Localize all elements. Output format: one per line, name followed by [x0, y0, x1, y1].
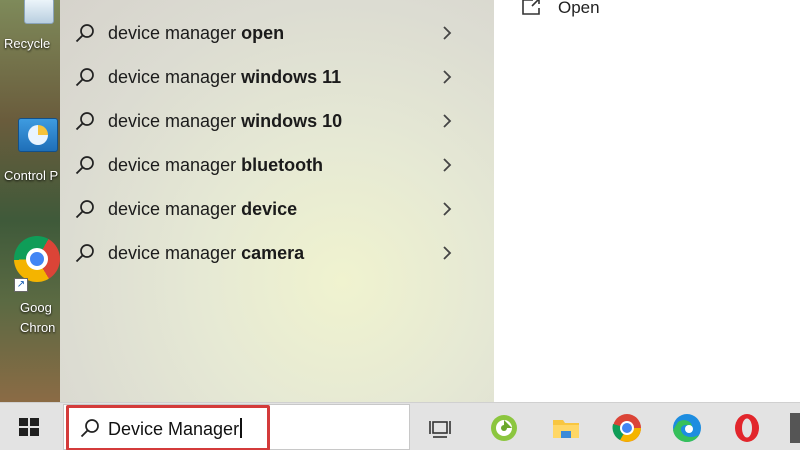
suggestion-prefix: device manager: [108, 23, 242, 43]
search-suggestion-row[interactable]: device manager device: [60, 187, 494, 231]
file-explorer-icon[interactable]: [549, 411, 583, 445]
task-view-icon[interactable]: [424, 411, 458, 445]
shortcut-arrow-icon: ↗: [14, 278, 28, 292]
chevron-right-icon[interactable]: [440, 156, 454, 174]
suggestion-bold-term: windows 11: [241, 67, 342, 87]
chevron-right-icon[interactable]: [440, 200, 454, 218]
suggestion-text: device manager windows 10: [108, 111, 342, 132]
search-icon: [80, 419, 99, 438]
taskbar: Device Manager: [0, 402, 800, 450]
text-caret: [240, 418, 243, 438]
search-suggestion-row[interactable]: device manager windows 10: [60, 99, 494, 143]
search-icon: [75, 112, 94, 131]
suggestion-text: device manager open: [108, 23, 284, 44]
search-suggestion-row[interactable]: device manager open: [60, 11, 494, 55]
suggestion-bold-term: bluetooth: [241, 155, 324, 175]
chevron-right-icon[interactable]: [440, 24, 454, 42]
taskbar-search-box[interactable]: Device Manager: [63, 404, 410, 450]
start-button[interactable]: [0, 403, 58, 450]
chrome-label-line2: Chron: [20, 320, 56, 335]
suggestion-text: device manager camera: [108, 243, 304, 264]
search-icon: [75, 68, 94, 87]
suggestion-bold-term: device: [241, 199, 298, 219]
opera-icon[interactable]: [730, 411, 764, 445]
green-app-icon[interactable]: [487, 411, 521, 445]
chevron-right-icon[interactable]: [440, 244, 454, 262]
suggestion-prefix: device manager: [108, 155, 242, 175]
desktop-background: Recycle Control P ↗ Goog Chron: [0, 0, 60, 402]
search-suggestion-row[interactable]: device manager camera: [60, 231, 494, 275]
search-preview-pane: [494, 0, 800, 402]
chevron-right-icon[interactable]: [440, 68, 454, 86]
chrome-label-line1: Goog: [20, 300, 52, 315]
search-icon: [75, 200, 94, 219]
search-icon: [75, 24, 94, 43]
search-suggestion-row[interactable]: device manager bluetooth: [60, 143, 494, 187]
chrome-icon[interactable]: [610, 411, 644, 445]
edge-icon[interactable]: [670, 411, 704, 445]
chrome-desktop-icon: [14, 236, 60, 282]
chevron-right-icon[interactable]: [440, 112, 454, 130]
search-input-value: Device Manager: [108, 419, 240, 439]
suggestion-bold-term: camera: [241, 243, 305, 263]
open-icon: [522, 0, 540, 15]
search-input[interactable]: Device Manager: [108, 418, 243, 440]
suggestion-prefix: device manager: [108, 199, 242, 219]
suggestion-text: device manager bluetooth: [108, 155, 323, 176]
search-suggestion-row[interactable]: device manager windows 11: [60, 55, 494, 99]
suggestion-text: device manager device: [108, 199, 297, 220]
overflow-app-icon[interactable]: [790, 413, 800, 443]
suggestion-bold-term: windows 10: [241, 111, 343, 131]
suggestion-text: device manager windows 11: [108, 67, 341, 88]
suggestion-prefix: device manager: [108, 243, 242, 263]
windows-start-icon: [19, 418, 39, 436]
search-icon: [75, 244, 94, 263]
search-icon: [75, 156, 94, 175]
suggestion-bold-term: open: [241, 23, 285, 43]
suggestion-prefix: device manager: [108, 67, 242, 87]
open-label: Open: [558, 0, 600, 17]
suggestion-prefix: device manager: [108, 111, 242, 131]
chrome-shortcut[interactable]: ↗ Goog Chron: [0, 0, 60, 340]
